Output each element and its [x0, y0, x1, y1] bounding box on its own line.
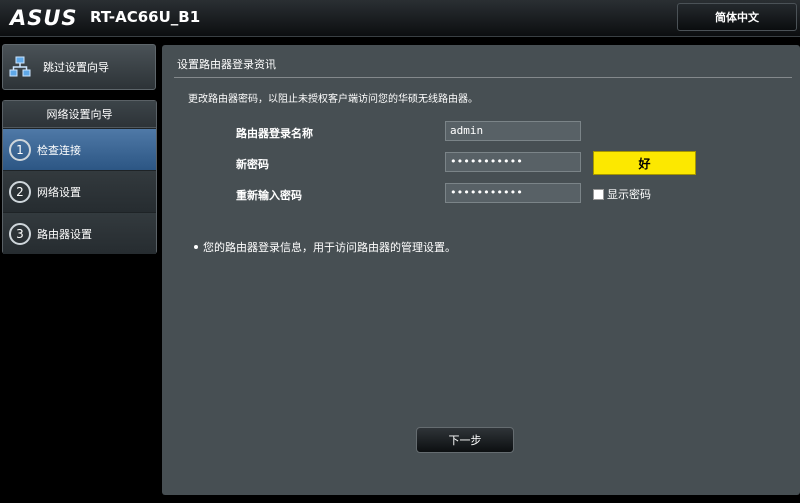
top-bar: ASUS RT-AC66U_B1 简体中文 [0, 0, 800, 37]
show-password-label: 显示密码 [607, 188, 651, 201]
nav-item-router-settings[interactable]: 3 路由器设置 [3, 212, 156, 254]
wizard-nav: 网络设置向导 1 检查连接 2 网络设置 3 路由器设置 [2, 100, 157, 254]
router-model: RT-AC66U_B1 [90, 8, 201, 26]
skip-wizard-label: 跳过设置向导 [43, 61, 109, 74]
info-note: 您的路由器登录信息，用于访问路由器的管理设置。 [203, 241, 456, 254]
next-button[interactable]: 下一步 [416, 427, 514, 453]
login-name-input[interactable]: admin [445, 121, 581, 141]
wizard-nav-title: 网络设置向导 [3, 101, 156, 128]
new-password-input[interactable]: ••••••••••• [445, 152, 581, 172]
step-number: 2 [9, 180, 31, 203]
nav-item-network-settings[interactable]: 2 网络设置 [3, 170, 156, 212]
nav-item-check-connection[interactable]: 1 检查连接 [3, 128, 156, 170]
show-password-toggle[interactable]: 显示密码 [593, 186, 651, 202]
password-strength-badge: 好 [593, 151, 696, 175]
bullet-dot [194, 245, 198, 249]
skip-wizard-button[interactable]: 跳过设置向导 [2, 44, 156, 90]
main-panel: 设置路由器登录资讯 更改路由器密码，以阻止未授权客户端访问您的华硕无线路由器。 … [162, 45, 800, 495]
nav-item-label: 路由器设置 [37, 227, 92, 241]
asus-logo: ASUS [10, 6, 78, 30]
login-name-label: 路由器登录名称 [236, 127, 313, 140]
confirm-password-input[interactable]: ••••••••••• [445, 183, 581, 203]
network-icon [9, 56, 31, 77]
page-description: 更改路由器密码，以阻止未授权客户端访问您的华硕无线路由器。 [188, 94, 478, 105]
step-number: 1 [9, 138, 31, 161]
new-password-label: 新密码 [236, 158, 269, 171]
page-title: 设置路由器登录资讯 [177, 58, 276, 71]
nav-item-label: 网络设置 [37, 185, 81, 199]
show-password-checkbox[interactable] [593, 188, 604, 200]
step-number: 3 [9, 222, 31, 245]
divider [174, 77, 792, 78]
confirm-password-label: 重新输入密码 [236, 189, 302, 202]
language-select[interactable]: 简体中文 [677, 3, 797, 31]
nav-item-label: 检查连接 [37, 143, 81, 157]
